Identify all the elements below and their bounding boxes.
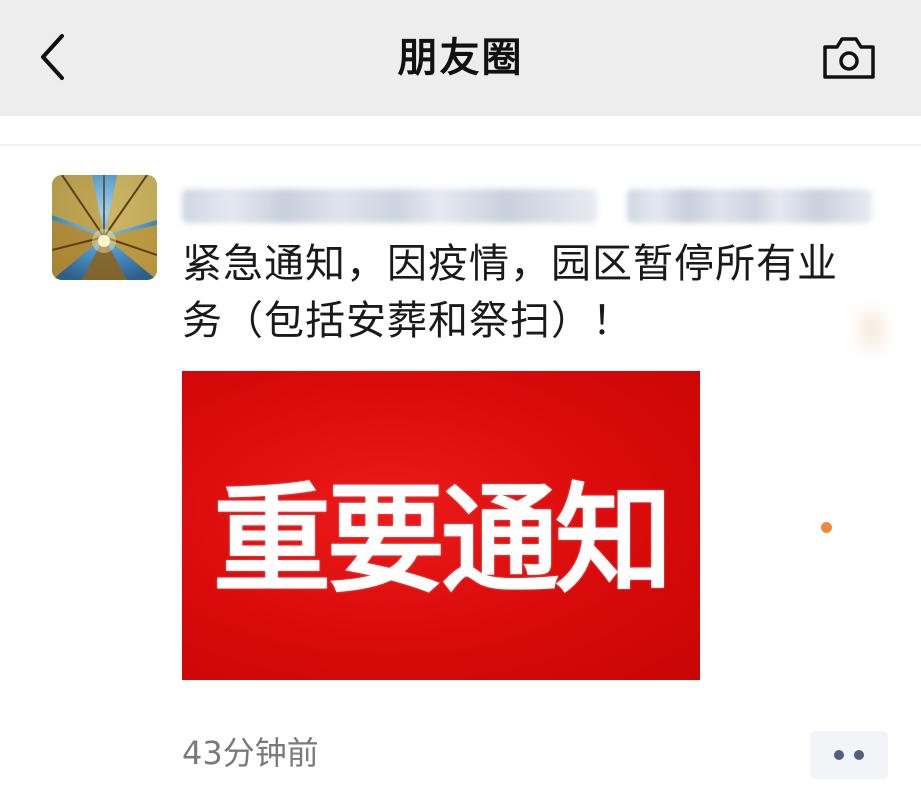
name-blur-segment — [182, 189, 597, 223]
author-name-blurred[interactable] — [182, 183, 872, 229]
moments-page: 朋友圈 紧急通知，因疫情，园区暂停所有业务（包括安葬和祭扫）！ 重要通知 43分… — [0, 0, 921, 800]
more-button[interactable] — [810, 731, 888, 779]
post-text: 紧急通知，因疫情，园区暂停所有业务（包括安葬和祭扫）！ — [182, 241, 838, 344]
more-dots-icon — [854, 750, 864, 760]
edge-blur — [858, 310, 886, 350]
divider — [0, 144, 921, 146]
name-blur-segment — [627, 189, 872, 223]
post-timestamp: 43分钟前 — [182, 734, 319, 772]
indicator-dot — [821, 522, 832, 533]
post-image-text: 重要通知 — [212, 471, 673, 609]
more-dots-icon — [834, 750, 844, 760]
page-title: 朋友圈 — [397, 35, 524, 81]
post-image[interactable]: 重要通知 — [182, 371, 700, 680]
camera-button[interactable] — [818, 32, 880, 84]
top-navbar: 朋友圈 — [0, 0, 921, 116]
camera-icon — [823, 37, 875, 79]
tree-photo-avatar — [52, 175, 157, 280]
author-avatar[interactable] — [52, 175, 157, 280]
